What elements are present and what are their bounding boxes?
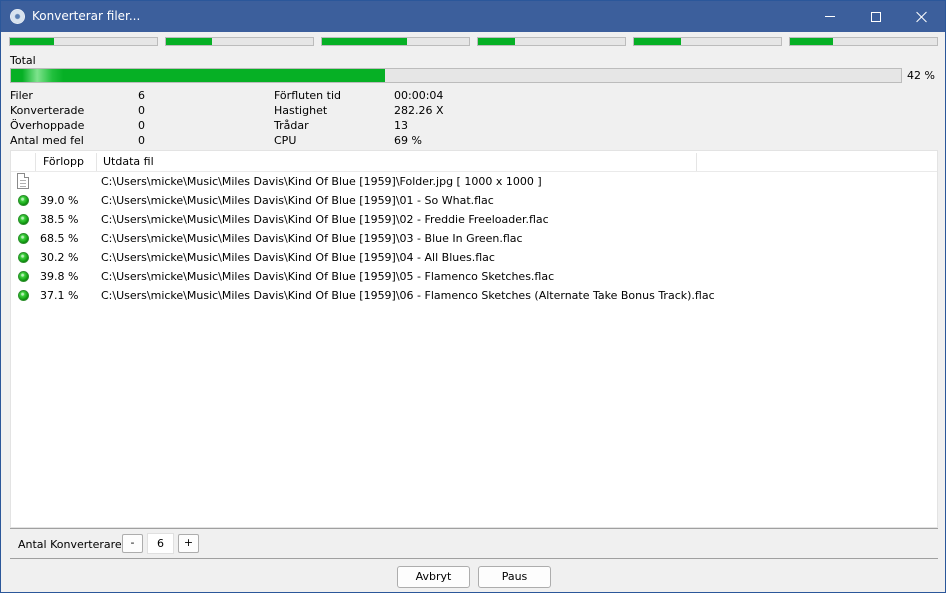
row-progress: 39.0 % xyxy=(40,194,79,207)
green-status-icon xyxy=(18,233,29,244)
thread-progress-fill xyxy=(634,38,682,45)
elapsed-label: Förfluten tid xyxy=(274,89,341,102)
list-item[interactable]: 30.2 % C:\Users\micke\Music\Miles Davis\… xyxy=(11,248,937,267)
divider xyxy=(10,558,938,559)
column-separator[interactable] xyxy=(96,153,97,171)
total-progress-bar xyxy=(10,68,902,83)
thread-progress-fill xyxy=(322,38,408,45)
converted-label: Konverterade xyxy=(10,104,85,117)
thread-progress-fill xyxy=(478,38,515,45)
list-item[interactable]: 37.1 % C:\Users\micke\Music\Miles Davis\… xyxy=(11,286,937,305)
close-button[interactable] xyxy=(899,1,945,32)
column-header-output[interactable]: Utdata fil xyxy=(103,155,154,168)
title-bar[interactable]: Konverterar filer... xyxy=(1,1,945,32)
green-status-icon xyxy=(18,290,29,301)
row-progress: 38.5 % xyxy=(40,213,79,226)
threads-value: 13 xyxy=(394,119,408,132)
convert-window: Konverterar filer... Total 42 % Filer 6 … xyxy=(0,0,946,593)
document-icon xyxy=(17,173,29,189)
cpu-value: 69 % xyxy=(394,134,422,147)
close-icon xyxy=(916,11,928,23)
total-progress-fill xyxy=(11,69,385,82)
thread-progress-fill xyxy=(790,38,833,45)
file-list[interactable]: Förlopp Utdata fil C:\Users\micke\Music\… xyxy=(10,150,938,528)
list-item[interactable]: 38.5 % C:\Users\micke\Music\Miles Davis\… xyxy=(11,210,937,229)
green-status-icon xyxy=(18,271,29,282)
maximize-icon xyxy=(871,11,881,22)
list-header: Förlopp Utdata fil xyxy=(11,151,937,172)
converters-label: Antal Konverterare: xyxy=(18,538,126,551)
decrease-converters-button[interactable]: - xyxy=(122,534,143,553)
row-output-path: C:\Users\micke\Music\Miles Davis\Kind Of… xyxy=(101,251,495,264)
minimize-button[interactable] xyxy=(807,1,853,32)
list-item[interactable]: 39.8 % C:\Users\micke\Music\Miles Davis\… xyxy=(11,267,937,286)
files-value: 6 xyxy=(138,89,145,102)
cancel-button[interactable]: Avbryt xyxy=(397,566,470,588)
green-status-icon xyxy=(18,252,29,263)
thread-progress-bar-4 xyxy=(477,37,626,46)
total-percent: 42 % xyxy=(907,69,935,82)
speed-label: Hastighet xyxy=(274,104,328,117)
elapsed-value: 00:00:04 xyxy=(394,89,444,102)
thread-progress-bar-1 xyxy=(9,37,158,46)
row-output-path: C:\Users\micke\Music\Miles Davis\Kind Of… xyxy=(101,213,549,226)
row-output-path: C:\Users\micke\Music\Miles Davis\Kind Of… xyxy=(101,270,555,283)
list-item[interactable]: 39.0 % C:\Users\micke\Music\Miles Davis\… xyxy=(11,191,937,210)
speed-value: 282.26 X xyxy=(394,104,444,117)
column-header-progress[interactable]: Förlopp xyxy=(43,155,84,168)
list-item[interactable]: 68.5 % C:\Users\micke\Music\Miles Davis\… xyxy=(11,229,937,248)
increase-converters-button[interactable]: + xyxy=(178,534,199,553)
skipped-value: 0 xyxy=(138,119,145,132)
row-progress: 68.5 % xyxy=(40,232,79,245)
thread-progress-fill xyxy=(10,38,55,45)
green-status-icon xyxy=(18,195,29,206)
maximize-button[interactable] xyxy=(853,1,899,32)
divider xyxy=(10,528,938,529)
minimize-icon xyxy=(825,16,835,17)
thread-progress-bar-2 xyxy=(165,37,314,46)
converted-value: 0 xyxy=(138,104,145,117)
total-label: Total xyxy=(10,54,36,67)
row-output-path: C:\Users\micke\Music\Miles Davis\Kind Of… xyxy=(101,194,494,207)
skipped-label: Överhoppade xyxy=(10,119,85,132)
row-output-path: C:\Users\micke\Music\Miles Davis\Kind Of… xyxy=(101,289,715,302)
row-progress: 39.8 % xyxy=(40,270,79,283)
row-output-path: C:\Users\micke\Music\Miles Davis\Kind Of… xyxy=(101,232,523,245)
app-cd-icon xyxy=(10,9,25,24)
errors-label: Antal med fel xyxy=(10,134,84,147)
row-output-path: C:\Users\micke\Music\Miles Davis\Kind Of… xyxy=(101,175,542,188)
list-item[interactable]: C:\Users\micke\Music\Miles Davis\Kind Of… xyxy=(11,172,937,191)
errors-value: 0 xyxy=(138,134,145,147)
window-title: Konverterar filer... xyxy=(32,9,141,23)
thread-progress-bar-3 xyxy=(321,37,470,46)
thread-progress-bar-6 xyxy=(789,37,938,46)
column-separator[interactable] xyxy=(35,153,36,171)
thread-progress-fill xyxy=(166,38,212,45)
files-label: Filer xyxy=(10,89,33,102)
row-progress: 37.1 % xyxy=(40,289,79,302)
column-separator[interactable] xyxy=(696,153,697,171)
converters-count-field[interactable]: 6 xyxy=(147,533,174,554)
green-status-icon xyxy=(18,214,29,225)
thread-progress-bar-5 xyxy=(633,37,782,46)
cpu-label: CPU xyxy=(274,134,297,147)
pause-button[interactable]: Paus xyxy=(478,566,551,588)
threads-label: Trådar xyxy=(274,119,309,132)
row-progress: 30.2 % xyxy=(40,251,79,264)
